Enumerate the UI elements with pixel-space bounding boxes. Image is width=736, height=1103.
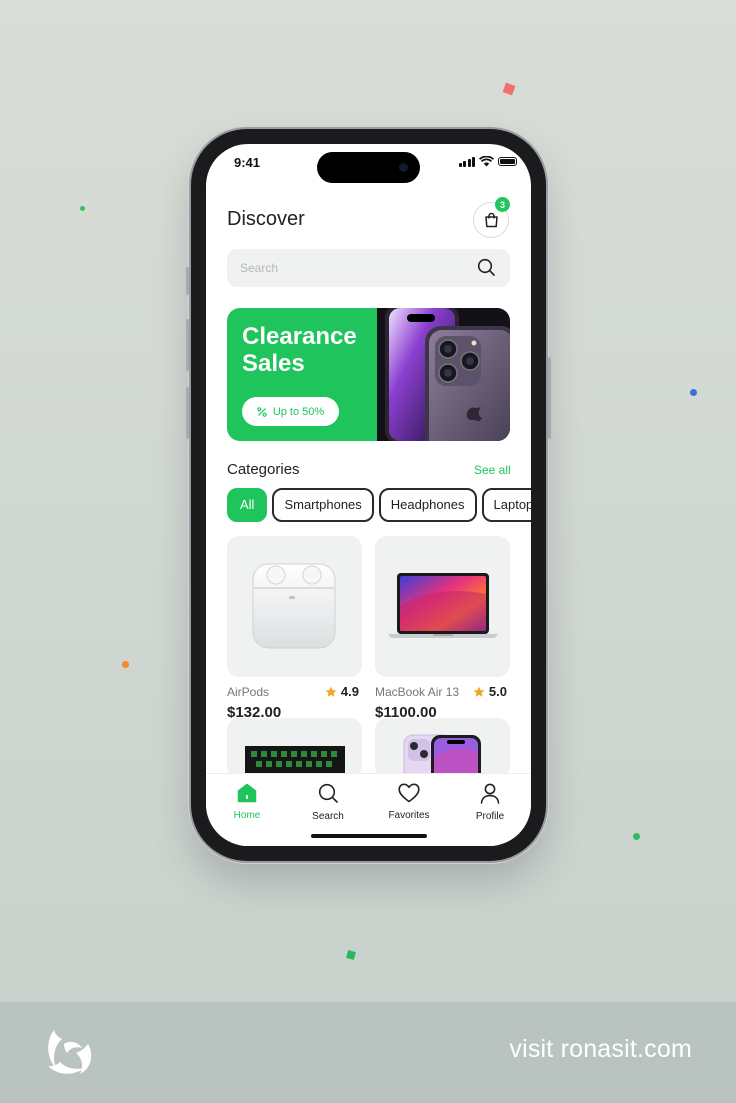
- dynamic-island: [317, 152, 420, 183]
- tab-home-label: Home: [233, 810, 261, 821]
- user-icon: [480, 783, 500, 804]
- banner-title: Clearance Sales: [242, 323, 357, 377]
- chip-laptops[interactable]: Laptops: [481, 488, 531, 522]
- category-chips: AllSmartphonesHeadphonesLaptops: [227, 488, 531, 524]
- confetti-dot-blue: [690, 389, 697, 396]
- star-icon: [325, 686, 337, 697]
- product-rating: 5.0: [473, 684, 507, 699]
- phone-mockup: 9:41 Discover 3 Clear: [186, 129, 551, 861]
- chip-all[interactable]: All: [227, 488, 268, 522]
- product-image-container: [227, 536, 362, 677]
- product-rating-value: 5.0: [488, 684, 507, 699]
- percent-icon: [257, 406, 267, 417]
- phone-mute-switch: [186, 267, 189, 295]
- search-icon[interactable]: [477, 258, 496, 277]
- page-title: Discover: [227, 208, 305, 230]
- signal-icon: [458, 156, 475, 167]
- confetti-dot-green: [80, 206, 85, 211]
- cart-count-badge: 3: [495, 197, 510, 212]
- airpods-image: [252, 563, 336, 649]
- phone-volume-up: [186, 319, 189, 371]
- chip-smartphones[interactable]: Smartphones: [272, 488, 374, 522]
- product-rating: 4.9: [325, 684, 359, 699]
- macbook-image: [388, 573, 498, 638]
- app-screen: 9:41 Discover 3 Clear: [206, 144, 531, 846]
- tab-home[interactable]: Home: [212, 783, 282, 821]
- confetti-square-green: [346, 950, 356, 960]
- shopping-bag-icon: [484, 212, 498, 228]
- product-card-iphone[interactable]: [375, 718, 510, 778]
- product-image-container: [375, 718, 510, 778]
- ronas-it-logo-icon: [48, 1030, 92, 1074]
- product-image-container: [375, 536, 510, 677]
- search-icon: [318, 783, 338, 803]
- battery-icon: [498, 157, 517, 166]
- heart-icon: [398, 783, 420, 803]
- tab-search[interactable]: Search: [293, 783, 363, 822]
- xbox-image: [245, 746, 345, 778]
- discount-pill-label: Up to 50%: [272, 405, 325, 418]
- tab-favorites[interactable]: Favorites: [374, 783, 444, 821]
- discount-pill[interactable]: Up to 50%: [242, 397, 339, 426]
- footer-bar: visit ronasit.com: [0, 1002, 736, 1103]
- tab-favorites-label: Favorites: [388, 810, 430, 821]
- product-card-macbook[interactable]: MacBook Air 13 5.0 $1100.00: [375, 536, 510, 726]
- confetti-dot-orange: [122, 661, 129, 668]
- star-icon: [473, 686, 485, 697]
- tab-profile[interactable]: Profile: [455, 783, 525, 822]
- camera-icon: [399, 163, 408, 172]
- tab-profile-label: Profile: [475, 811, 505, 822]
- footer-website-link[interactable]: visit ronasit.com: [509, 1035, 692, 1064]
- product-card-airpods[interactable]: AirPods 4.9 $132.00: [227, 536, 362, 726]
- product-card-xbox[interactable]: [227, 718, 362, 778]
- phone-power-button: [548, 357, 551, 439]
- status-time: 9:41: [234, 155, 261, 170]
- home-indicator: [311, 834, 427, 838]
- status-icons: [458, 156, 517, 167]
- iphone-product-image: [377, 308, 510, 441]
- search-input[interactable]: [227, 249, 510, 287]
- chip-headphones[interactable]: Headphones: [378, 488, 477, 522]
- product-image-container: [227, 718, 362, 778]
- iphone-image: [403, 734, 481, 778]
- product-name: MacBook Air 13: [375, 685, 460, 699]
- categories-title: Categories: [227, 461, 300, 478]
- see-all-link[interactable]: See all: [474, 463, 511, 477]
- product-rating-value: 4.9: [340, 684, 359, 699]
- confetti-dot-green-2: [633, 833, 640, 840]
- product-name: AirPods: [227, 685, 270, 699]
- phone-volume-down: [186, 387, 189, 439]
- home-icon: [237, 783, 257, 803]
- clearance-banner[interactable]: Clearance Sales Up to 50%: [227, 308, 510, 441]
- wifi-icon: [479, 156, 494, 167]
- confetti-square-red: [502, 82, 516, 96]
- tab-search-label: Search: [312, 811, 344, 822]
